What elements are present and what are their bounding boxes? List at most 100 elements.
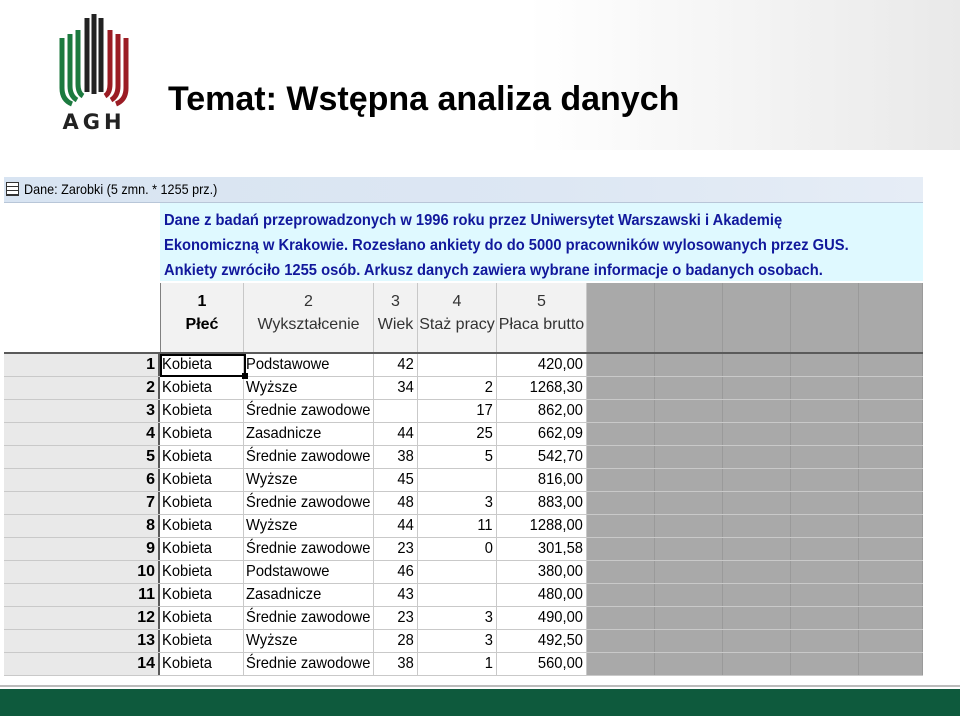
table-row[interactable]: 11 Kobieta Zasadnicze 43 480,00: [4, 584, 923, 607]
cell-wiek[interactable]: [374, 400, 418, 422]
empty-cell[interactable]: [791, 653, 859, 675]
cell-wiek[interactable]: 34: [374, 377, 418, 399]
empty-cell[interactable]: [723, 515, 791, 537]
empty-cell[interactable]: [791, 630, 859, 652]
cell-plec[interactable]: Kobieta: [160, 607, 244, 629]
row-header[interactable]: 8: [4, 515, 160, 537]
cell-placa[interactable]: 816,00: [497, 469, 587, 491]
empty-cell[interactable]: [587, 377, 655, 399]
empty-cell[interactable]: [587, 538, 655, 560]
cell-wiek[interactable]: 44: [374, 515, 418, 537]
empty-cell[interactable]: [723, 423, 791, 445]
cell-placa[interactable]: 490,00: [497, 607, 587, 629]
cell-placa[interactable]: 560,00: [497, 653, 587, 675]
empty-cell[interactable]: [859, 538, 923, 560]
cell-wyk[interactable]: Średnie zawodowe: [244, 492, 374, 514]
column-header-wiek[interactable]: 3 Wiek: [374, 283, 418, 353]
empty-cell[interactable]: [587, 515, 655, 537]
cell-wiek[interactable]: 46: [374, 561, 418, 583]
empty-cell[interactable]: [859, 630, 923, 652]
empty-cell[interactable]: [859, 653, 923, 675]
row-header[interactable]: 9: [4, 538, 160, 560]
cell-staz[interactable]: 1: [418, 653, 497, 675]
cell-staz[interactable]: [418, 469, 497, 491]
empty-cell[interactable]: [791, 538, 859, 560]
empty-cell[interactable]: [587, 653, 655, 675]
empty-cell[interactable]: [859, 446, 923, 468]
empty-cell[interactable]: [655, 377, 723, 399]
empty-cell[interactable]: [655, 584, 723, 606]
cell-wiek[interactable]: 28: [374, 630, 418, 652]
empty-cell[interactable]: [723, 561, 791, 583]
empty-cell[interactable]: [655, 423, 723, 445]
cell-placa[interactable]: 301,58: [497, 538, 587, 560]
empty-cell[interactable]: [791, 561, 859, 583]
cell-staz[interactable]: 0: [418, 538, 497, 560]
empty-column-header[interactable]: [723, 283, 791, 353]
empty-cell[interactable]: [723, 469, 791, 491]
cell-plec[interactable]: Kobieta: [160, 354, 244, 376]
cell-staz[interactable]: 17: [418, 400, 497, 422]
row-header[interactable]: 13: [4, 630, 160, 652]
empty-cell[interactable]: [791, 584, 859, 606]
cell-placa[interactable]: 862,00: [497, 400, 587, 422]
empty-cell[interactable]: [723, 607, 791, 629]
empty-cell[interactable]: [723, 653, 791, 675]
cell-plec[interactable]: Kobieta: [160, 653, 244, 675]
window-titlebar[interactable]: Dane: Zarobki (5 zmn. * 1255 prz.): [4, 177, 923, 203]
empty-cell[interactable]: [859, 469, 923, 491]
cell-plec[interactable]: Kobieta: [160, 584, 244, 606]
empty-cell[interactable]: [587, 630, 655, 652]
empty-cell[interactable]: [859, 515, 923, 537]
empty-cell[interactable]: [859, 561, 923, 583]
empty-cell[interactable]: [723, 446, 791, 468]
cell-wiek[interactable]: 23: [374, 538, 418, 560]
cell-wiek[interactable]: 38: [374, 653, 418, 675]
empty-cell[interactable]: [859, 400, 923, 422]
row-header[interactable]: 1: [4, 354, 160, 376]
empty-cell[interactable]: [655, 538, 723, 560]
table-row[interactable]: 7 Kobieta Średnie zawodowe 48 3 883,00: [4, 492, 923, 515]
cell-wiek[interactable]: 42: [374, 354, 418, 376]
empty-cell[interactable]: [587, 423, 655, 445]
empty-cell[interactable]: [655, 515, 723, 537]
table-row[interactable]: 13 Kobieta Wyższe 28 3 492,50: [4, 630, 923, 653]
column-header-staz[interactable]: 4 Staż pracy: [418, 283, 497, 353]
row-header[interactable]: 7: [4, 492, 160, 514]
empty-cell[interactable]: [859, 377, 923, 399]
cell-staz[interactable]: [418, 354, 497, 376]
cell-wyk[interactable]: Zasadnicze: [244, 423, 374, 445]
empty-cell[interactable]: [655, 400, 723, 422]
cell-wyk[interactable]: Średnie zawodowe: [244, 607, 374, 629]
empty-cell[interactable]: [655, 354, 723, 376]
empty-cell[interactable]: [791, 377, 859, 399]
empty-cell[interactable]: [791, 423, 859, 445]
cell-wyk[interactable]: Wyższe: [244, 377, 374, 399]
cell-wyk[interactable]: Średnie zawodowe: [244, 538, 374, 560]
empty-cell[interactable]: [791, 492, 859, 514]
cell-wyk[interactable]: Średnie zawodowe: [244, 446, 374, 468]
empty-cell[interactable]: [859, 607, 923, 629]
empty-cell[interactable]: [655, 630, 723, 652]
cell-wyk[interactable]: Podstawowe: [244, 354, 374, 376]
cell-staz[interactable]: 3: [418, 607, 497, 629]
row-header[interactable]: 2: [4, 377, 160, 399]
cell-placa[interactable]: 420,00: [497, 354, 587, 376]
empty-cell[interactable]: [723, 354, 791, 376]
empty-cell[interactable]: [587, 354, 655, 376]
table-row[interactable]: 10 Kobieta Podstawowe 46 380,00: [4, 561, 923, 584]
empty-cell[interactable]: [655, 607, 723, 629]
cell-placa[interactable]: 542,70: [497, 446, 587, 468]
cell-placa[interactable]: 480,00: [497, 584, 587, 606]
row-header[interactable]: 12: [4, 607, 160, 629]
cell-wyk[interactable]: Średnie zawodowe: [244, 653, 374, 675]
cell-plec[interactable]: Kobieta: [160, 538, 244, 560]
cell-staz[interactable]: 3: [418, 492, 497, 514]
column-header-wyksztalcenie[interactable]: 2 Wykształcenie: [244, 283, 374, 353]
row-header[interactable]: 10: [4, 561, 160, 583]
empty-cell[interactable]: [859, 354, 923, 376]
cell-placa[interactable]: 1288,00: [497, 515, 587, 537]
cell-plec[interactable]: Kobieta: [160, 377, 244, 399]
cell-plec[interactable]: Kobieta: [160, 423, 244, 445]
empty-cell[interactable]: [655, 561, 723, 583]
